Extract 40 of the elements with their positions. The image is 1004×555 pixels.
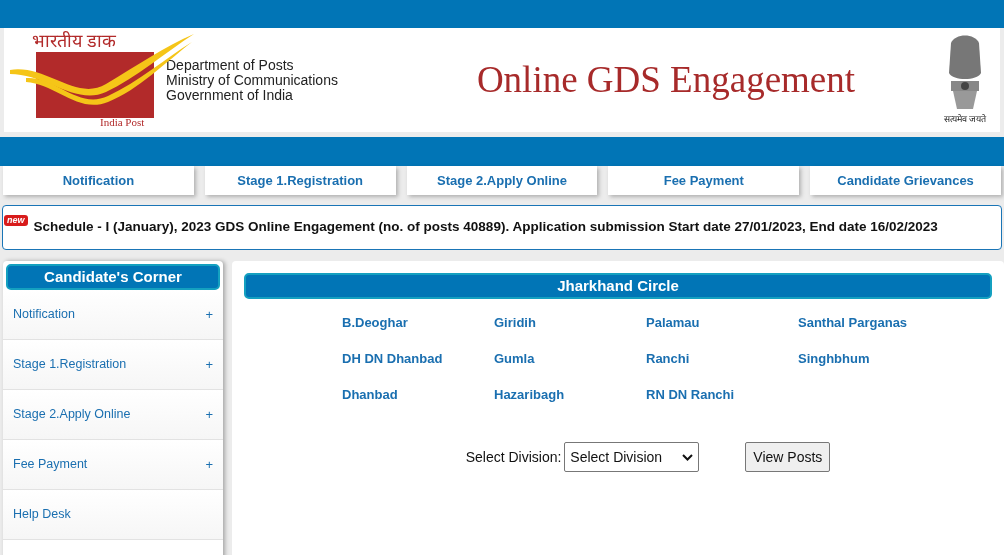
sidebar-item[interactable]: Stage 2.Apply Online + (3, 390, 223, 440)
sidebar-item[interactable]: Help Desk (3, 490, 223, 540)
division-link[interactable]: Singhbhum (798, 349, 870, 368)
new-badge: new (4, 215, 28, 226)
department-text: Ministry of Communications (166, 72, 338, 88)
emblem-motto: सत्यमेव जयते (943, 113, 987, 127)
sidebar-title: Candidate's Corner (6, 264, 220, 290)
nav-tab[interactable]: Notification (3, 166, 194, 195)
chevron-icon (682, 453, 694, 461)
department-text: Department of Posts (166, 57, 295, 73)
logo-caption: India Post (100, 115, 145, 130)
nav-tab[interactable]: Candidate Grievances (810, 166, 1001, 195)
select-label: Select Division: (465, 447, 562, 467)
sidebar-item[interactable]: Fee Payment + (3, 440, 223, 490)
division-link[interactable]: Ranchi (646, 349, 690, 368)
view-posts-button[interactable]: View Posts (745, 442, 831, 472)
division-link[interactable]: Gumla (494, 349, 535, 368)
division-link[interactable]: Giridih (494, 313, 536, 332)
division-link[interactable]: B.Deoghar (342, 313, 408, 332)
nav-tab[interactable]: Stage 1.Registration (204, 166, 396, 195)
sidebar-item[interactable]: Notification + (3, 290, 223, 340)
division-link[interactable]: Hazaribagh (494, 385, 565, 404)
division-link[interactable]: DH DN Dhanbad (342, 349, 443, 368)
division-select[interactable]: Select Division (564, 442, 700, 472)
division-link[interactable]: Dhanbad (342, 385, 398, 404)
expand-icon: + (205, 304, 213, 325)
division-link[interactable]: Santhal Parganas (798, 313, 908, 332)
logo-hindi-text: भारतीय डाक (32, 30, 116, 53)
division-link[interactable]: RN DN Ranchi (646, 385, 735, 404)
nav-tab[interactable]: Stage 2.Apply Online (406, 166, 598, 195)
nav-tab[interactable]: Fee Payment (608, 166, 800, 195)
sidebar-item[interactable]: Stage 1.Registration + (3, 340, 223, 390)
division-link[interactable]: Palamau (646, 313, 700, 332)
expand-icon: + (205, 454, 213, 475)
announcement-text: Schedule - I (January), 2023 GDS Online Engagement (no. of posts 40889). Application submission Start date 27/01/2023, End date 16/02/2023 (33, 218, 938, 237)
department-text: Government of India (166, 87, 294, 103)
expand-icon: + (205, 404, 213, 425)
site-title: Online GDS Engagement (476, 58, 856, 103)
circle-title: Jharkhand Circle (244, 273, 992, 299)
expand-icon: + (205, 354, 213, 375)
